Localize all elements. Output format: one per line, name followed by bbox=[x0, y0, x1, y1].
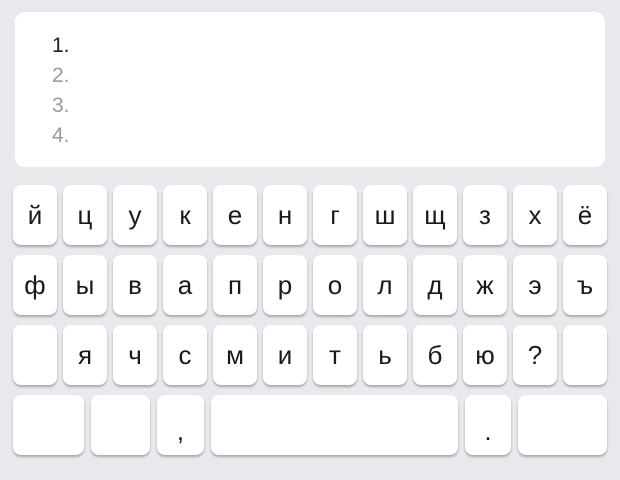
key-row3-7[interactable]: т bbox=[313, 325, 357, 385]
period-key[interactable]: . bbox=[465, 395, 511, 455]
key-row2-12[interactable]: ъ bbox=[563, 255, 607, 315]
key-row1-12[interactable]: ё bbox=[563, 185, 607, 245]
question-key[interactable]: ? bbox=[513, 325, 557, 385]
key-row2-7[interactable]: о bbox=[313, 255, 357, 315]
backspace-key[interactable] bbox=[563, 325, 607, 385]
key-row2-9[interactable]: д bbox=[413, 255, 457, 315]
symbols-key[interactable] bbox=[13, 395, 84, 455]
key-row1-3[interactable]: у bbox=[113, 185, 157, 245]
key-row2-5[interactable]: п bbox=[213, 255, 257, 315]
key-row3-9[interactable]: б bbox=[413, 325, 457, 385]
key-row2-10[interactable]: ж bbox=[463, 255, 507, 315]
key-row1-4[interactable]: к bbox=[163, 185, 207, 245]
key-row3-5[interactable]: м bbox=[213, 325, 257, 385]
key-row2-8[interactable]: л bbox=[363, 255, 407, 315]
key-row1-8[interactable]: ш bbox=[363, 185, 407, 245]
key-row2-4[interactable]: а bbox=[163, 255, 207, 315]
key-row3-10[interactable]: ю bbox=[463, 325, 507, 385]
key-row3-4[interactable]: с bbox=[163, 325, 207, 385]
key-row3-2[interactable]: я bbox=[63, 325, 107, 385]
key-row1-9[interactable]: щ bbox=[413, 185, 457, 245]
key-row1-2[interactable]: ц bbox=[63, 185, 107, 245]
key-row1-5[interactable]: е bbox=[213, 185, 257, 245]
space-key[interactable] bbox=[211, 395, 458, 455]
shift-key[interactable] bbox=[13, 325, 57, 385]
enter-key[interactable] bbox=[518, 395, 607, 455]
key-row3-6[interactable]: и bbox=[263, 325, 307, 385]
key-row2-11[interactable]: э bbox=[513, 255, 557, 315]
language-key[interactable] bbox=[91, 395, 150, 455]
key-row1-1[interactable]: й bbox=[13, 185, 57, 245]
key-row1-10[interactable]: з bbox=[463, 185, 507, 245]
key-row2-2[interactable]: ы bbox=[63, 255, 107, 315]
key-row3-3[interactable]: ч bbox=[113, 325, 157, 385]
key-row2-3[interactable]: в bbox=[113, 255, 157, 315]
key-row2-6[interactable]: р bbox=[263, 255, 307, 315]
key-row2-1[interactable]: ф bbox=[13, 255, 57, 315]
key-row3-8[interactable]: ь bbox=[363, 325, 407, 385]
comma-key[interactable]: , bbox=[157, 395, 204, 455]
key-row1-7[interactable]: г bbox=[313, 185, 357, 245]
key-row1-6[interactable]: н bbox=[263, 185, 307, 245]
keyboard: й ц у к е н г ш щ з х ё ф ы в а п р о л … bbox=[0, 0, 620, 480]
key-row1-11[interactable]: х bbox=[513, 185, 557, 245]
